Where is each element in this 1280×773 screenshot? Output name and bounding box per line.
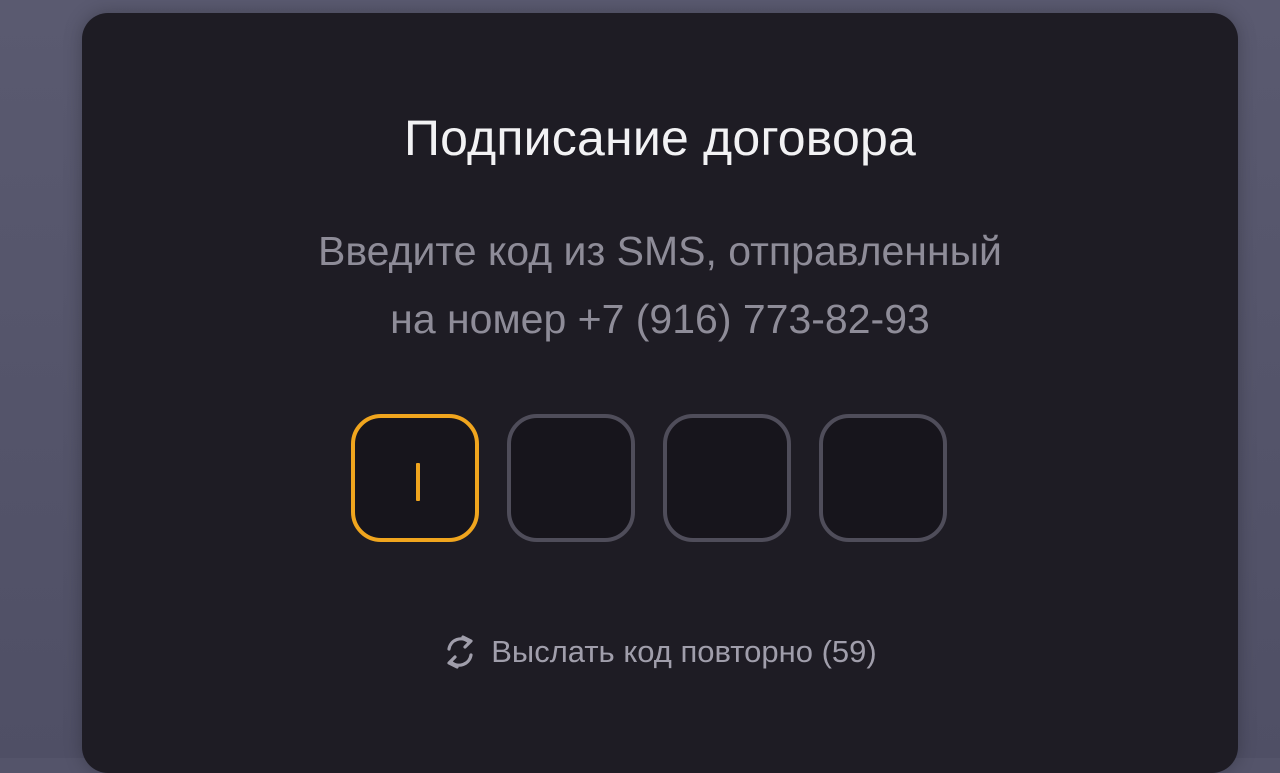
resend-code-button[interactable]: Выслать код повторно (59) xyxy=(82,633,1238,671)
code-digit-1[interactable] xyxy=(351,414,479,542)
code-digit-4[interactable] xyxy=(819,414,947,542)
sms-code-input xyxy=(351,414,947,542)
refresh-icon xyxy=(443,633,477,671)
text-caret xyxy=(416,463,420,501)
subtitle-line-2: на номер +7 (916) 773-82-93 xyxy=(390,296,930,342)
resend-code-label: Выслать код повторно (59) xyxy=(491,634,877,669)
code-digit-2[interactable] xyxy=(507,414,635,542)
sign-contract-dialog: Подписание договора Введите код из SMS, … xyxy=(82,13,1238,773)
code-digit-3[interactable] xyxy=(663,414,791,542)
dialog-subtitle: Введите код из SMS, отправленный на номе… xyxy=(82,217,1238,353)
dialog-title: Подписание договора xyxy=(403,110,917,166)
subtitle-line-1: Введите код из SMS, отправленный xyxy=(318,228,1002,274)
